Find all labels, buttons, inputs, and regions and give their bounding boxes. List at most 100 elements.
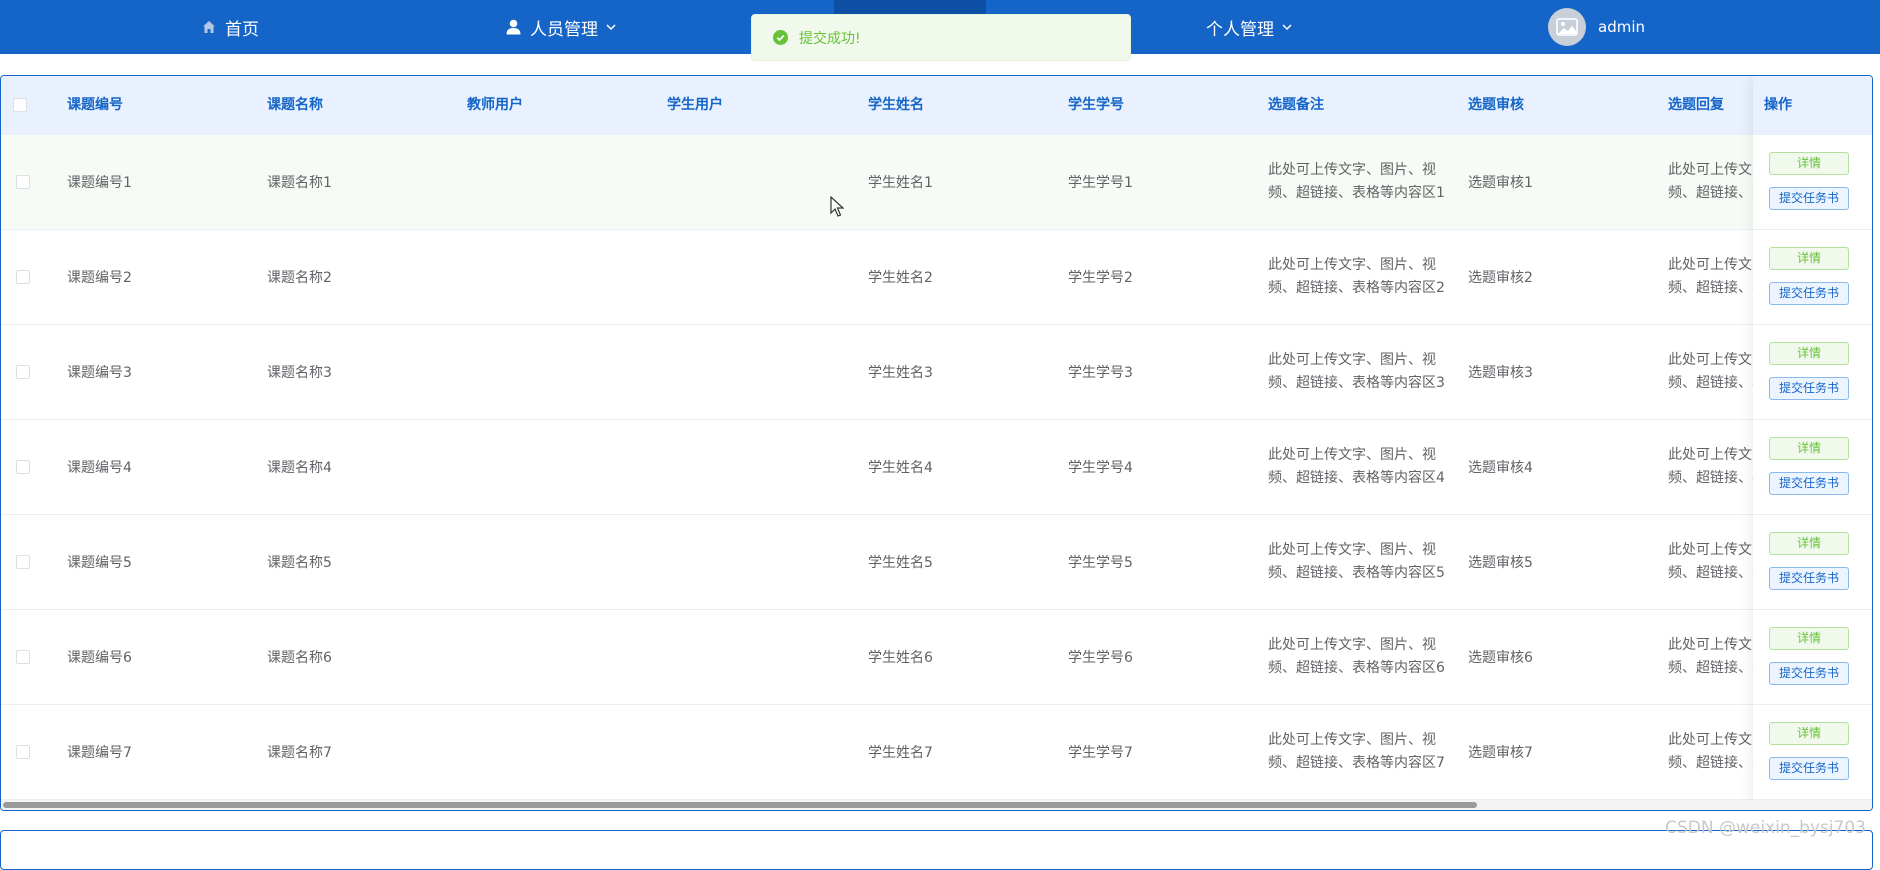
cell-topic-no: 课题编号3 [67,365,132,381]
select-all-checkbox[interactable] [13,98,27,112]
detail-button[interactable]: 详情 [1769,152,1849,175]
table-row[interactable]: 课题编号1 课题名称1 学生姓名1 学生学号1 此处可上传文字、图片、视频、超链接、表格… [1,135,1872,230]
avatar [1548,8,1586,46]
cell-student-name: 学生姓名4 [868,460,933,476]
row-checkbox[interactable] [16,175,30,189]
cell-remark: 此处可上传文字、图片、视频、超链接、表格等内容区3 [1268,352,1445,391]
actions-cell: 详情 提交任务书 [1753,705,1872,800]
chevron-down-icon [606,23,616,31]
watermark: CSDN @weixin_bysj703 [1665,818,1866,838]
header-review[interactable]: 选题审核 [1468,76,1524,135]
cell-topic-name: 课题名称5 [267,555,332,571]
cell-student-name: 学生姓名6 [868,650,933,666]
table-row[interactable]: 课题编号7 课题名称7 学生姓名7 学生学号7 此处可上传文字、图片、视频、超链接、表格… [1,705,1872,800]
cell-student-no: 学生学号4 [1068,460,1133,476]
pagination-card [0,830,1873,870]
cell-student-no: 学生学号7 [1068,745,1133,761]
cell-remark: 此处可上传文字、图片、视频、超链接、表格等内容区5 [1268,542,1445,581]
cell-topic-name: 课题名称1 [267,175,332,191]
cell-student-no: 学生学号1 [1068,175,1133,191]
table-header: 课题编号 课题名称 教师用户 学生用户 学生姓名 学生学号 选题备注 选题审核 … [1,76,1872,135]
header-student-user[interactable]: 学生用户 [667,76,723,135]
submit-taskbook-button[interactable]: 提交任务书 [1769,282,1849,305]
detail-button[interactable]: 详情 [1769,722,1849,745]
row-checkbox[interactable] [16,365,30,379]
cell-review: 选题审核3 [1468,365,1533,381]
row-checkbox[interactable] [16,650,30,664]
cell-student-no: 学生学号2 [1068,270,1133,286]
detail-button[interactable]: 详情 [1769,627,1849,650]
nav-staff-label: 人员管理 [530,19,598,40]
detail-button[interactable]: 详情 [1769,437,1849,460]
header-teacher-user[interactable]: 教师用户 [467,76,523,135]
nav-personal-management[interactable]: 个人管理 [1206,0,1292,54]
cell-topic-name: 课题名称3 [267,365,332,381]
header-actions: 操作 [1753,76,1872,135]
header-student-no[interactable]: 学生学号 [1068,76,1124,135]
cell-topic-no: 课题编号7 [67,745,132,761]
cell-topic-name: 课题名称4 [267,460,332,476]
header-student-name[interactable]: 学生姓名 [868,76,924,135]
cell-remark: 此处可上传文字、图片、视频、超链接、表格等内容区6 [1268,637,1445,676]
cell-remark: 此处可上传文字、图片、视频、超链接、表格等内容区4 [1268,447,1445,486]
cell-review: 选题审核4 [1468,460,1533,476]
cell-topic-no: 课题编号4 [67,460,132,476]
submit-taskbook-button[interactable]: 提交任务书 [1769,472,1849,495]
detail-button[interactable]: 详情 [1769,247,1849,270]
nav-personal-label: 个人管理 [1206,19,1274,40]
actions-cell: 详情 提交任务书 [1753,325,1872,420]
detail-button[interactable]: 详情 [1769,342,1849,365]
nav-staff-management[interactable]: 人员管理 [506,0,616,54]
actions-cell: 详情 提交任务书 [1753,135,1872,230]
actions-column: 操作 详情 提交任务书 详情 提交任务书 详情 提交任务书 详情 提交任务书 详情 提交任务书 详情… [1753,76,1872,810]
nav-active-indicator [834,0,986,14]
cell-review: 选题审核6 [1468,650,1533,666]
nav-home-label: 首页 [225,19,259,40]
submit-taskbook-button[interactable]: 提交任务书 [1769,662,1849,685]
row-checkbox[interactable] [16,745,30,759]
image-icon [1556,18,1578,36]
table-row[interactable]: 课题编号4 课题名称4 学生姓名4 学生学号4 此处可上传文字、图片、视频、超链接、表格… [1,420,1872,515]
actions-cell: 详情 提交任务书 [1753,230,1872,325]
success-toast: 提交成功! [751,14,1131,61]
actions-cell: 详情 提交任务书 [1753,515,1872,610]
table-row[interactable]: 课题编号5 课题名称5 学生姓名5 学生学号5 此处可上传文字、图片、视频、超链接、表格… [1,515,1872,610]
cell-review: 选题审核7 [1468,745,1533,761]
cell-student-no: 学生学号3 [1068,365,1133,381]
table-row[interactable]: 课题编号6 课题名称6 学生姓名6 学生学号6 此处可上传文字、图片、视频、超链接、表格… [1,610,1872,705]
table-row[interactable]: 课题编号3 课题名称3 学生姓名3 学生学号3 此处可上传文字、图片、视频、超链接、表格… [1,325,1872,420]
table-row[interactable]: 课题编号2 课题名称2 学生姓名2 学生学号2 此处可上传文字、图片、视频、超链接、表格… [1,230,1872,325]
header-reply[interactable]: 选题回复 [1668,76,1724,135]
user-menu[interactable]: admin [1548,8,1645,46]
horizontal-scrollbar[interactable] [1,800,1872,810]
cell-topic-no: 课题编号6 [67,650,132,666]
submit-taskbook-button[interactable]: 提交任务书 [1769,187,1849,210]
header-topic-no[interactable]: 课题编号 [67,76,123,135]
cell-review: 选题审核5 [1468,555,1533,571]
home-icon [202,20,216,34]
cell-remark: 此处可上传文字、图片、视频、超链接、表格等内容区1 [1268,162,1445,201]
row-checkbox[interactable] [16,460,30,474]
submit-taskbook-button[interactable]: 提交任务书 [1769,757,1849,780]
cell-student-name: 学生姓名5 [868,555,933,571]
cell-topic-name: 课题名称6 [267,650,332,666]
user-icon [506,19,521,35]
row-checkbox[interactable] [16,270,30,284]
submit-taskbook-button[interactable]: 提交任务书 [1769,377,1849,400]
header-topic-name[interactable]: 课题名称 [267,76,323,135]
row-checkbox[interactable] [16,555,30,569]
cell-review: 选题审核2 [1468,270,1533,286]
nav-home[interactable]: 首页 [202,0,259,54]
cell-topic-no: 课题编号5 [67,555,132,571]
cell-student-no: 学生学号5 [1068,555,1133,571]
actions-cell: 详情 提交任务书 [1753,610,1872,705]
cell-remark: 此处可上传文字、图片、视频、超链接、表格等内容区2 [1268,257,1445,296]
detail-button[interactable]: 详情 [1769,532,1849,555]
cell-student-name: 学生姓名3 [868,365,933,381]
header-remark[interactable]: 选题备注 [1268,76,1324,135]
topic-table-card: 课题编号 课题名称 教师用户 学生用户 学生姓名 学生学号 选题备注 选题审核 … [0,75,1873,811]
cell-review: 选题审核1 [1468,175,1533,191]
scrollbar-thumb[interactable] [3,802,1477,808]
submit-taskbook-button[interactable]: 提交任务书 [1769,567,1849,590]
cell-topic-no: 课题编号2 [67,270,132,286]
